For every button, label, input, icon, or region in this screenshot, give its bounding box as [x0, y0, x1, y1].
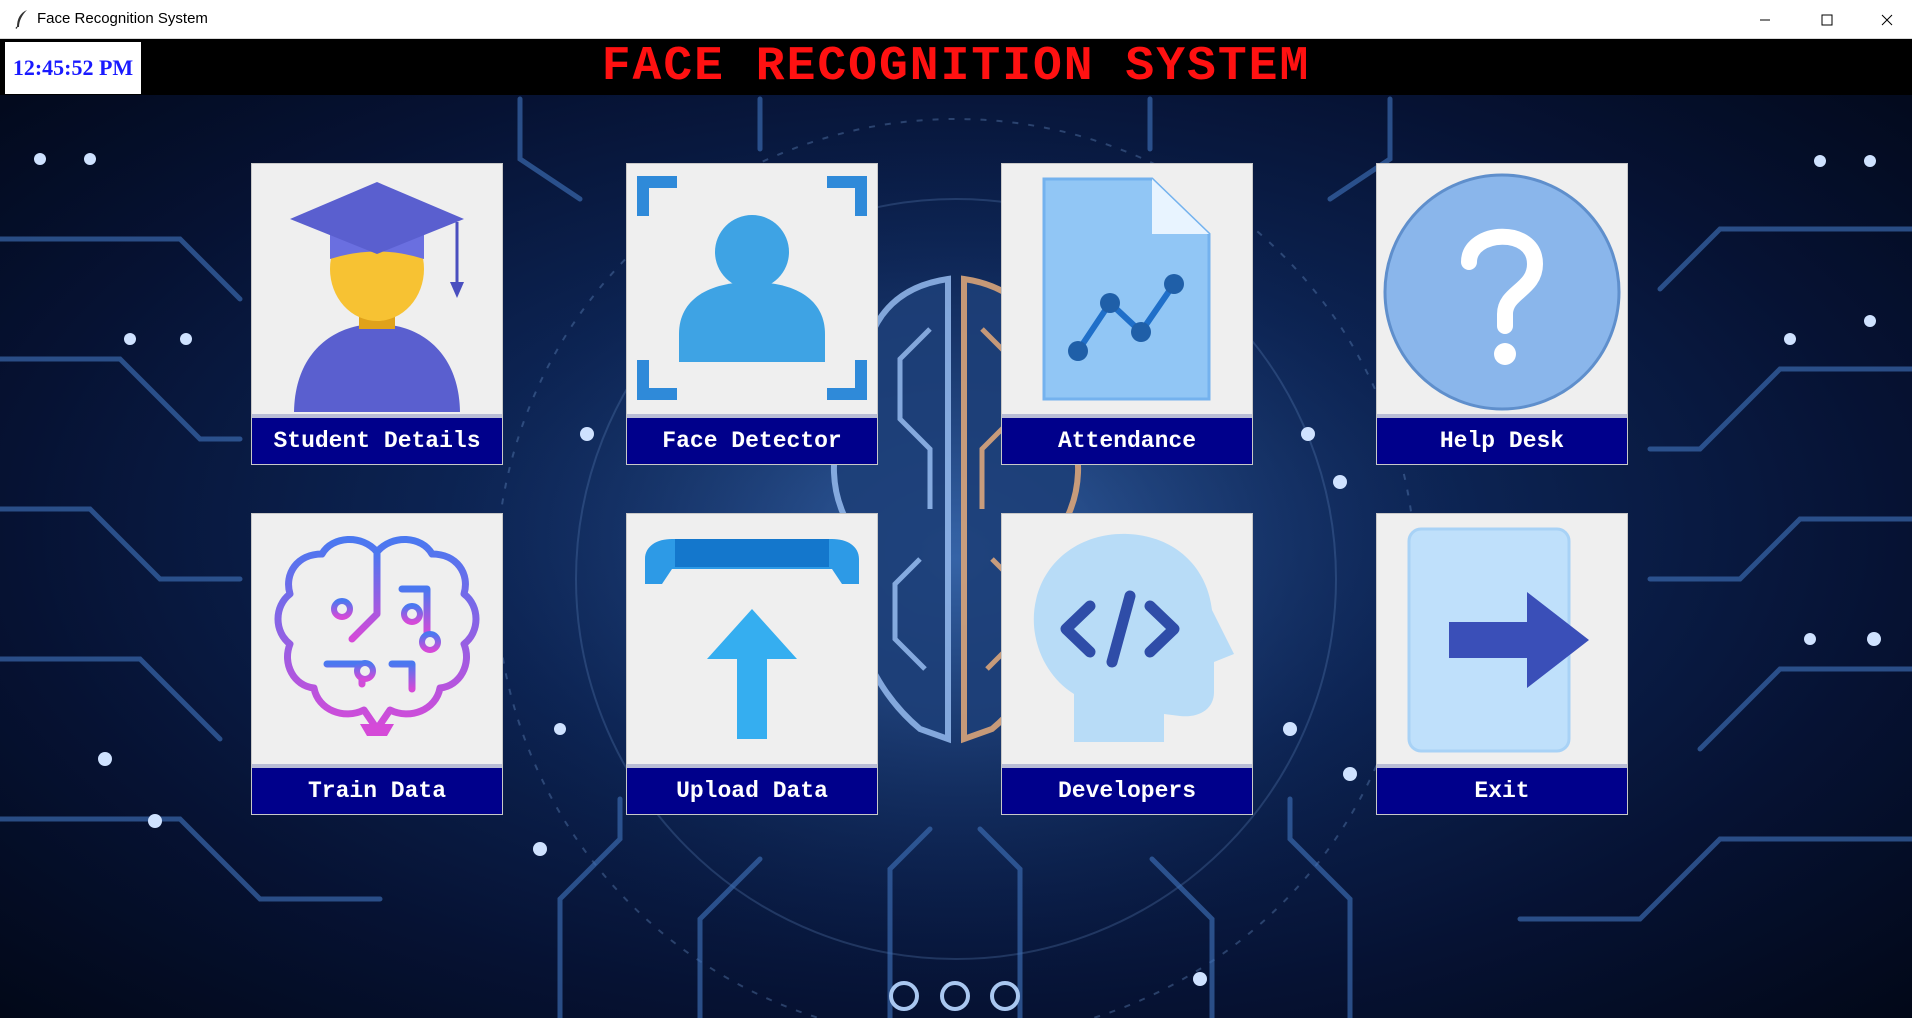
tile-train-data[interactable]: Train Data: [252, 514, 502, 814]
tile-developers[interactable]: Developers: [1002, 514, 1252, 814]
header-band: FACE RECOGNITION SYSTEM: [0, 39, 1912, 95]
minimize-button[interactable]: [1742, 0, 1788, 39]
tile-attendance[interactable]: Attendance: [1002, 164, 1252, 464]
tile-label: Attendance: [1002, 414, 1252, 464]
tile-label: Student Details: [252, 414, 502, 464]
maximize-icon: [1821, 14, 1833, 26]
face-scan-icon: [637, 176, 867, 400]
tile-student-details[interactable]: Student Details: [252, 164, 502, 464]
tile-label: Train Data: [252, 764, 502, 814]
window-titlebar: Face Recognition System: [0, 0, 1912, 39]
student-graduate-icon: [290, 182, 464, 412]
developer-code-head-icon: [1033, 533, 1234, 742]
minimize-icon: [1760, 19, 1770, 21]
page-title: FACE RECOGNITION SYSTEM: [601, 40, 1311, 94]
close-icon: [1881, 14, 1893, 26]
tile-label: Exit: [1377, 764, 1627, 814]
tile-label: Upload Data: [627, 764, 877, 814]
tile-face-detector[interactable]: Face Detector: [627, 164, 877, 464]
feather-app-icon: [15, 10, 27, 29]
tile-label: Developers: [1002, 764, 1252, 814]
attendance-report-icon: [1042, 177, 1211, 401]
exit-arrow-icon: [1407, 527, 1589, 753]
tile-exit[interactable]: Exit: [1377, 514, 1627, 814]
tile-label: Face Detector: [627, 414, 877, 464]
window-title: Face Recognition System: [37, 10, 208, 27]
tile-upload-data[interactable]: Upload Data: [627, 514, 877, 814]
tile-label: Help Desk: [1377, 414, 1627, 464]
tile-help-desk[interactable]: Help Desk: [1377, 164, 1627, 464]
clock-display: 12:45:52 PM: [5, 42, 141, 94]
help-question-icon: [1383, 173, 1621, 411]
upload-arrow-icon: [645, 539, 859, 739]
main-canvas: FACE RECOGNITION SYSTEM 12:45:52 PM Stud…: [0, 39, 1912, 1018]
close-button[interactable]: [1864, 0, 1910, 39]
brain-circuit-icon: [274, 536, 480, 736]
maximize-button[interactable]: [1804, 0, 1850, 39]
